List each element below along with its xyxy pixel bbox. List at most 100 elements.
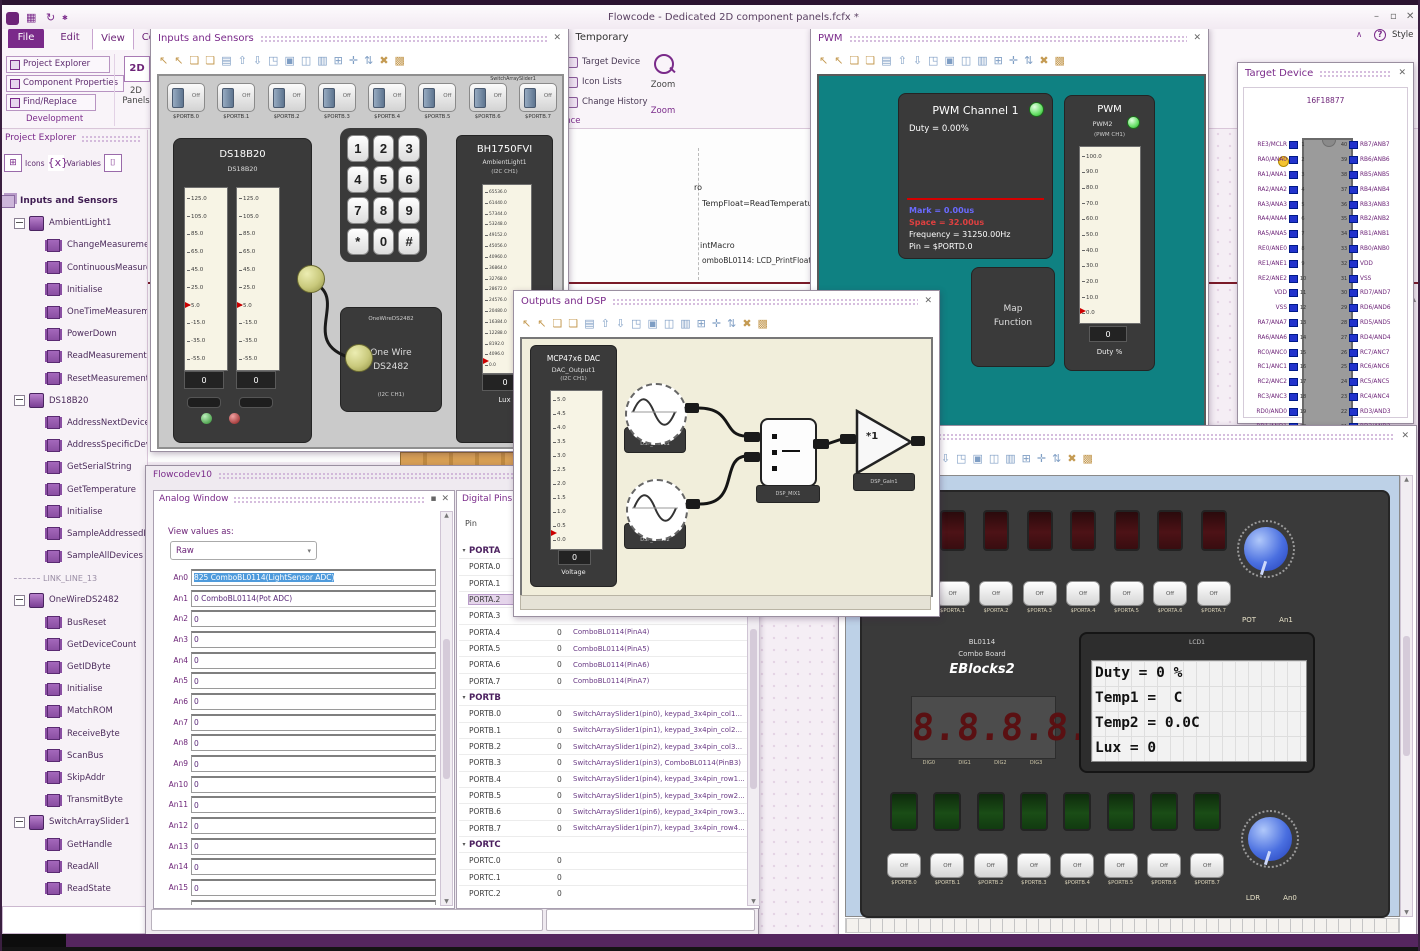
close-icon[interactable]: ✕ (1193, 33, 1201, 43)
close-button[interactable]: ✕ (1406, 11, 1414, 22)
chip-pin-row[interactable]: RE1/ANE1 9 (1246, 256, 1308, 271)
analog-value-field[interactable]: 0 (191, 630, 436, 648)
digital-pin-row[interactable]: ▾ PORTB (459, 690, 747, 707)
chip-pin-row[interactable]: RA2/ANA2 4 (1246, 182, 1308, 197)
chip-pin-row[interactable]: VSS 12 (1246, 301, 1308, 316)
digital-pin-row[interactable]: ▾ PORTA.4 0 ComboBL0114(PinA4) (459, 625, 747, 641)
tool-icon[interactable]: ↖ (522, 318, 531, 329)
gain-out-plug[interactable] (911, 436, 925, 446)
tab-edit[interactable]: Edit (52, 28, 88, 48)
chip-pin-row[interactable]: RA5/ANA5 7 (1246, 227, 1308, 242)
digital-pin-row[interactable]: ▾ PORTC.0 0 (459, 853, 747, 870)
tree-item[interactable]: OneWireDS2482 (0, 589, 147, 611)
tree-item[interactable]: GetIDByte (0, 656, 147, 678)
analog-value-field[interactable]: 0 ComboBL0114(Pot ADC) (191, 589, 436, 607)
tool-icon[interactable]: ⇅ (1024, 55, 1033, 66)
eblocks-horizontal-scrollbar[interactable] (845, 918, 1400, 933)
chip-pin-row[interactable]: RA3/ANA3 5 (1246, 197, 1308, 212)
tree-item[interactable]: PowerDown (0, 323, 147, 345)
tool-icon[interactable]: ❏ (865, 55, 875, 66)
dsp-wave1-block[interactable] (625, 383, 687, 445)
tool-icon[interactable]: ◳ (631, 318, 641, 329)
outputs-window-titlebar[interactable]: Outputs and DSP ✕ (514, 291, 939, 311)
app-icon[interactable] (6, 12, 19, 25)
tool-icon[interactable]: ✖ (379, 55, 388, 66)
dsp-wave2-block[interactable] (626, 479, 688, 541)
chip-pin-row[interactable]: RA0/ANA0 2 (1246, 153, 1308, 168)
tool-icon[interactable]: ▥ (1005, 453, 1015, 464)
tree-item[interactable]: MatchROM (0, 700, 147, 722)
tool-icon[interactable]: ▣ (647, 318, 657, 329)
tab-temporary[interactable]: Temporary (572, 28, 632, 48)
analog-value-field[interactable]: 0 (191, 672, 436, 690)
chip-pin-row[interactable]: RC3/ANC3 18 (1246, 390, 1308, 405)
chip-pin-row[interactable]: 26 RC7/ANC7 (1339, 345, 1409, 360)
analog-value-field[interactable]: 825 ComboBL0114(LightSensor ADC) (191, 568, 436, 586)
tree-item[interactable]: BusReset (0, 612, 147, 634)
wave1-out-plug[interactable] (685, 403, 699, 413)
digital-pin-row[interactable]: ▾ PORTB.3 0 SwitchArraySlider1(pin3), Co… (459, 755, 747, 772)
digital-pin-row[interactable]: ▾ PORTA.6 0 ComboBL0114(PinA6) (459, 657, 747, 674)
tree-item[interactable]: ContinuousMeasure (0, 257, 147, 279)
analog-value-field[interactable]: 0 (191, 755, 436, 773)
tool-icon[interactable]: ✛ (1009, 55, 1018, 66)
tab-view[interactable]: View (92, 28, 134, 50)
tree-item[interactable]: SampleAddressedD (0, 523, 147, 545)
tool-icon[interactable]: ✖ (1067, 453, 1076, 464)
toggle-change-history[interactable]: Change History (567, 97, 648, 108)
tree-item[interactable]: LINK_LINE_13 (0, 567, 147, 589)
tool-icon[interactable]: ⇧ (601, 318, 610, 329)
tool-icon[interactable]: ↖ (174, 55, 183, 66)
mix-in2-plug[interactable] (744, 452, 760, 462)
eblocks-vertical-scrollbar[interactable]: ▲ ▼ (1400, 475, 1413, 917)
tool-icon[interactable]: ◳ (956, 453, 966, 464)
tool-icon[interactable]: ❏ (568, 318, 578, 329)
tool-icon[interactable]: ▥ (680, 318, 690, 329)
inputs-window-titlebar[interactable]: Inputs and Sensors ✕ (151, 28, 568, 48)
porta-switch-button[interactable]: Off (1153, 581, 1187, 606)
portb-switch-button[interactable]: Off (1190, 853, 1225, 878)
project-explorer-header[interactable]: Project Explorer (0, 130, 147, 146)
gauge-marker[interactable] (551, 530, 557, 536)
undo-icon[interactable]: ↻ (46, 11, 55, 24)
quick-access-more-icon[interactable]: ✱ (62, 14, 68, 22)
tool-icon[interactable]: ↖ (834, 55, 843, 66)
tool-icon[interactable]: ✛ (349, 55, 358, 66)
chip-pin-row[interactable]: RC0/ANC0 15 (1246, 345, 1308, 360)
chip-pin-row[interactable]: 36 RB3/ANB3 (1339, 197, 1409, 212)
toggle-icon-lists[interactable]: Icon Lists (567, 77, 622, 88)
tool-icon[interactable]: ◫ (989, 453, 999, 464)
tree-item[interactable]: GetSerialString (0, 456, 147, 478)
scroll-up-icon[interactable]: ▲ (1404, 476, 1409, 483)
scroll-down-icon[interactable]: ▼ (751, 898, 756, 905)
connector-node[interactable] (345, 344, 373, 372)
close-icon[interactable]: ✕ (441, 494, 449, 504)
pwm-slider-block[interactable]: PWM PWM2 (PWM CH1) 100.0 90.0 80.0 70.0 60.0… (1064, 95, 1155, 371)
dac-block[interactable]: MCP47x6 DAC DAC_Output1 (I2C CH1) 5.0 4.5… (530, 345, 617, 587)
target-window-titlebar[interactable]: Target Device ✕ (1238, 63, 1413, 83)
tree-item[interactable]: Inputs and Sensors (0, 190, 147, 212)
portb-switch-button[interactable]: Off (887, 853, 921, 878)
slider-marker[interactable] (1080, 308, 1086, 314)
digital-pin-row[interactable]: ▾ PORTA.7 0 ComboBL0114(PinA7) (459, 674, 747, 690)
tree-item[interactable]: Initialise (0, 279, 147, 301)
chip-pin-row[interactable]: RA4/ANA4 6 (1246, 212, 1308, 227)
digital-pin-row[interactable]: ▾ PORTB.4 0 SwitchArraySlider1(pin4), ke… (459, 772, 747, 788)
tree-item[interactable]: DS18B20 (0, 390, 147, 412)
tool-icon[interactable]: ▩ (1083, 453, 1093, 464)
collapse-ribbon-icon[interactable]: ∧ (1356, 30, 1362, 40)
chip-pin-row[interactable]: 33 RB0/ANB0 (1339, 242, 1409, 257)
tree-item[interactable]: OneTimeMeasurem (0, 301, 147, 323)
tool-icon[interactable]: ❏ (552, 318, 562, 329)
tool-icon[interactable]: ⇧ (898, 55, 907, 66)
digital-pin-row[interactable]: ▾ PORTB.0 0 SwitchArraySlider1(pin0), ke… (459, 706, 747, 723)
tree-item[interactable]: ReadState (0, 878, 147, 900)
scroll-up-icon[interactable]: ▲ (444, 512, 449, 519)
tool-icon[interactable]: ⇩ (941, 453, 950, 464)
minimize-button[interactable]: – (1374, 11, 1379, 22)
zoom-caption[interactable]: Zoom (646, 106, 680, 116)
tree-item[interactable]: GetTemperature (0, 478, 147, 500)
dsp-mix-block[interactable] (760, 418, 817, 487)
portb-switch-button[interactable]: Off (1016, 853, 1051, 878)
tool-icon[interactable]: ▣ (284, 55, 294, 66)
